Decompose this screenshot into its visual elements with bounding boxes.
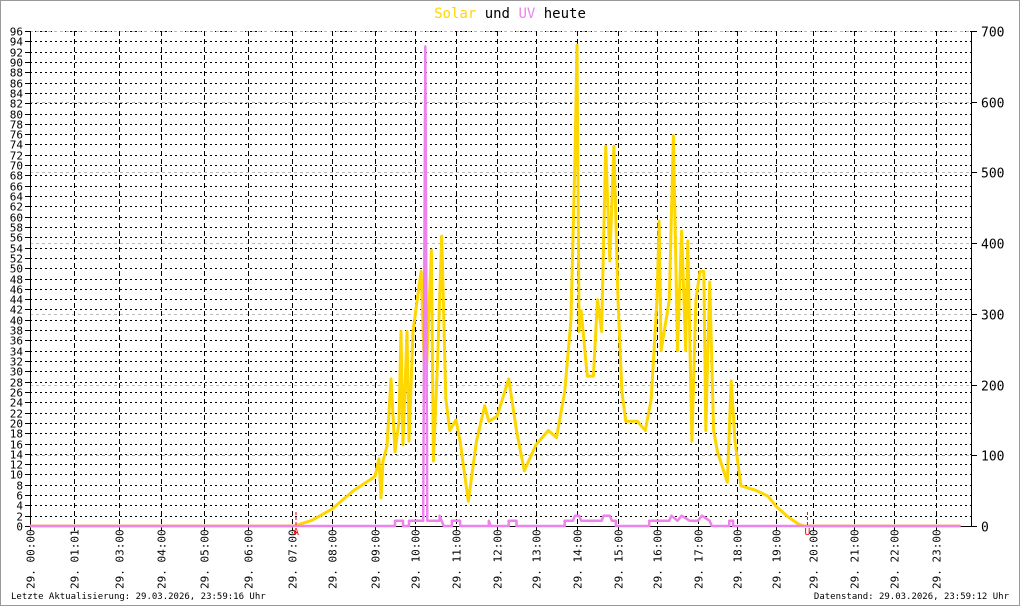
x-tick-label: 29. 05:00 [199,529,212,589]
left-tick-label: 96 [10,26,23,39]
x-tick-label: 29. 03:00 [114,529,127,589]
x-tick-label: 29. 10:00 [410,529,423,589]
chart-frame: Solar und UV heute 0 2 4 6 8 10 12 14 16 18 20 22 24… [0,0,1020,606]
data-status-text: Datenstand: 29.03.2026, 23:59:12 Uhr [813,592,1009,602]
x-tick-label: 29. 04:00 [156,529,169,589]
right-tick-label: 200 [981,380,1004,395]
x-tick-label: 29. 20:00 [808,529,821,589]
x-tick-label: 29. 15:00 [613,529,626,589]
x-tick-label: 29. 07:00 [287,529,300,589]
right-tick-label: 0 [981,521,989,536]
x-tick-label: 29. 06:00 [243,529,256,589]
x-tick-label: 29. 21:00 [849,529,862,589]
x-tick-label: 29. 11:00 [451,529,464,589]
last-update-text: Letzte Aktualisierung: 29.03.2026, 23:59… [11,592,266,602]
right-tick-label: 700 [981,26,1004,41]
x-tick-label: 29. 19:00 [771,529,784,589]
sun-marker-label: A [293,527,299,538]
right-tick-label: 400 [981,238,1004,253]
x-tick-label: 29. 17:00 [693,529,706,589]
right-tick-label: 100 [981,450,1004,465]
right-tick-label: 600 [981,97,1004,112]
x-tick-label: 29. 00:00 [25,529,38,589]
x-tick-label: 29. 08:00 [327,529,340,589]
x-tick-label: 29. 01:01 [69,529,82,589]
right-tick-label: 300 [981,309,1004,324]
series-line-solar [30,43,961,528]
chart-plot: 0246810121416182022242628303234363840424… [10,26,1005,590]
x-tick-label: 29. 09:00 [370,529,383,589]
x-tick-label: 29. 16:00 [652,529,665,589]
right-tick-label: 500 [981,167,1004,182]
x-tick-label: 29. 13:00 [531,529,544,589]
x-tick-label: 29. 12:00 [492,529,505,589]
x-tick-label: 29. 22:00 [889,529,902,589]
sun-marker-label: U [804,527,810,538]
x-tick-label: 29. 18:00 [732,529,745,589]
x-tick-label: 29. 23:00 [931,529,944,589]
x-tick-label: 29. 14:00 [572,529,585,589]
